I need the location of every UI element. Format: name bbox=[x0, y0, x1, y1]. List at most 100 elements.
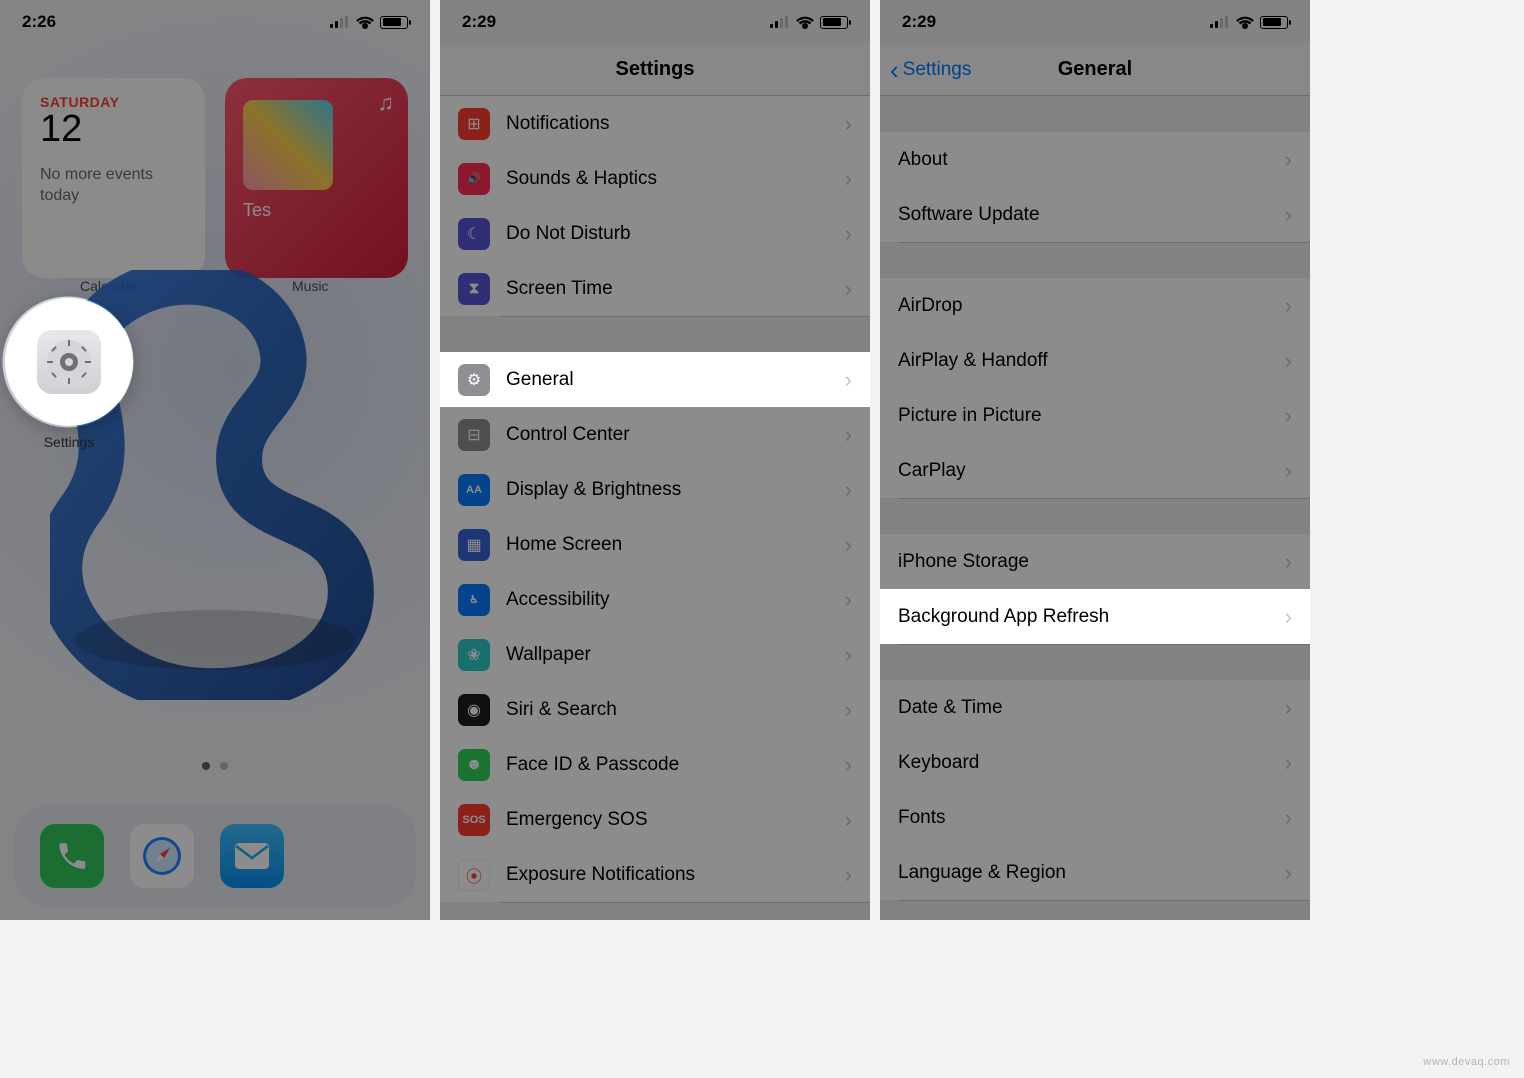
row-label: Exposure Notifications bbox=[506, 864, 845, 886]
music-widget[interactable]: ♫ Tes bbox=[225, 78, 408, 278]
chevron-right-icon: › bbox=[1285, 750, 1292, 776]
general-row-software-update[interactable]: Software Update› bbox=[880, 187, 1310, 242]
phone-general-settings: 2:29 ‹ Settings General About›Software U… bbox=[880, 0, 1310, 920]
general-row-fonts[interactable]: Fonts› bbox=[880, 790, 1310, 845]
settings-row-exposure[interactable]: ⦿Exposure Notifications› bbox=[440, 847, 870, 902]
phone-settings-list: 2:29 Settings ⊞Notifications›🔊Sounds & H… bbox=[440, 0, 870, 920]
wifi-icon bbox=[1236, 15, 1254, 29]
row-label: AirDrop bbox=[898, 295, 1285, 317]
row-label: AirPlay & Handoff bbox=[898, 350, 1285, 372]
battery-icon bbox=[1260, 16, 1288, 29]
chevron-right-icon: › bbox=[1285, 695, 1292, 721]
sos-icon: SOS bbox=[458, 804, 490, 836]
settings-row-siri[interactable]: ◉Siri & Search› bbox=[440, 682, 870, 737]
nav-title: Settings bbox=[616, 58, 695, 81]
row-label: Picture in Picture bbox=[898, 405, 1285, 427]
status-bar: 2:29 bbox=[440, 0, 870, 44]
row-label: Software Update bbox=[898, 204, 1285, 226]
general-row-bg-refresh[interactable]: Background App Refresh› bbox=[880, 589, 1310, 644]
row-label: Fonts bbox=[898, 807, 1285, 829]
settings-row-control-center[interactable]: ⊟ Control Center› bbox=[440, 407, 870, 462]
chevron-right-icon: › bbox=[1285, 293, 1292, 319]
chevron-right-icon: › bbox=[845, 587, 852, 613]
row-label: Accessibility bbox=[506, 589, 845, 611]
nav-bar: ‹ Settings General bbox=[880, 44, 1310, 96]
row-label: Control Center bbox=[506, 424, 845, 446]
screentime-icon: ⧗ bbox=[458, 273, 490, 305]
chevron-right-icon: › bbox=[1285, 860, 1292, 886]
general-row-storage[interactable]: iPhone Storage› bbox=[880, 534, 1310, 589]
row-label: CarPlay bbox=[898, 460, 1285, 482]
dock bbox=[14, 806, 416, 906]
settings-row-accessibility[interactable]: ♿︎ Accessibility› bbox=[440, 572, 870, 627]
home-screen-icon: ▦ bbox=[458, 529, 490, 561]
row-label: Display & Brightness bbox=[506, 479, 845, 501]
dock-mail-app[interactable] bbox=[220, 824, 284, 888]
calendar-widget[interactable]: SATURDAY 12 No more events today bbox=[22, 78, 205, 278]
accessibility-icon: ♿︎ bbox=[458, 584, 490, 616]
control-center-icon: ⊟ bbox=[458, 419, 490, 451]
dock-safari-app[interactable] bbox=[130, 824, 194, 888]
faceid-icon: ☻ bbox=[458, 749, 490, 781]
row-label: Background App Refresh bbox=[898, 606, 1285, 628]
settings-row-sos[interactable]: SOSEmergency SOS› bbox=[440, 792, 870, 847]
row-label: About bbox=[898, 149, 1285, 171]
chevron-right-icon: › bbox=[845, 752, 852, 778]
nav-bar: Settings bbox=[440, 44, 870, 96]
safari-icon bbox=[140, 834, 184, 878]
status-time: 2:29 bbox=[462, 12, 496, 32]
music-note-icon: ♫ bbox=[378, 90, 395, 116]
home-widgets: SATURDAY 12 No more events today ♫ Tes bbox=[22, 78, 408, 278]
page-indicator[interactable] bbox=[0, 762, 430, 770]
page-dot-active bbox=[202, 762, 210, 770]
watermark: www.devaq.com bbox=[1423, 1056, 1510, 1068]
settings-row-notifications[interactable]: ⊞Notifications› bbox=[440, 96, 870, 151]
wallpaper-icon: ❀ bbox=[458, 639, 490, 671]
chevron-right-icon: › bbox=[1285, 604, 1292, 630]
gear-icon bbox=[45, 338, 93, 386]
chevron-right-icon: › bbox=[845, 422, 852, 448]
music-track-label: Tes bbox=[243, 200, 390, 221]
general-row-about[interactable]: About› bbox=[880, 132, 1310, 187]
cellular-icon bbox=[330, 16, 350, 28]
row-label: Sounds & Haptics bbox=[506, 168, 845, 190]
settings-row-screentime[interactable]: ⧗Screen Time› bbox=[440, 261, 870, 316]
wifi-icon bbox=[796, 15, 814, 29]
settings-app-icon bbox=[37, 330, 101, 394]
general-row-date-time[interactable]: Date & Time› bbox=[880, 680, 1310, 735]
wifi-icon bbox=[356, 15, 374, 29]
status-bar: 2:29 bbox=[880, 0, 1310, 44]
settings-app-highlight[interactable]: Settings bbox=[4, 298, 134, 450]
chevron-right-icon: › bbox=[845, 221, 852, 247]
chevron-right-icon: › bbox=[845, 807, 852, 833]
general-row-lang[interactable]: Language & Region› bbox=[880, 845, 1310, 900]
back-button[interactable]: ‹ Settings bbox=[890, 44, 971, 95]
chevron-right-icon: › bbox=[845, 862, 852, 888]
general-row-carplay[interactable]: CarPlay› bbox=[880, 443, 1310, 498]
settings-row-wallpaper[interactable]: ❀Wallpaper› bbox=[440, 627, 870, 682]
general-row-pip[interactable]: Picture in Picture› bbox=[880, 388, 1310, 443]
general-row-airplay[interactable]: AirPlay & Handoff› bbox=[880, 333, 1310, 388]
chevron-right-icon: › bbox=[1285, 458, 1292, 484]
row-label: Do Not Disturb bbox=[506, 223, 845, 245]
row-label: iPhone Storage bbox=[898, 551, 1285, 573]
row-label: Wallpaper bbox=[506, 644, 845, 666]
settings-list: ⊞Notifications›🔊Sounds & Haptics›☾Do Not… bbox=[440, 96, 870, 902]
notifications-icon: ⊞ bbox=[458, 108, 490, 140]
settings-row-dnd[interactable]: ☾Do Not Disturb› bbox=[440, 206, 870, 261]
general-list: About›Software Update›AirDrop›AirPlay & … bbox=[880, 96, 1310, 900]
phone-icon bbox=[55, 839, 89, 873]
chevron-right-icon: › bbox=[845, 532, 852, 558]
general-row-airdrop[interactable]: AirDrop› bbox=[880, 278, 1310, 333]
status-indicators bbox=[1210, 15, 1288, 29]
status-time: 2:29 bbox=[902, 12, 936, 32]
general-row-keyboard[interactable]: Keyboard› bbox=[880, 735, 1310, 790]
settings-row-faceid[interactable]: ☻Face ID & Passcode› bbox=[440, 737, 870, 792]
settings-row-home-screen[interactable]: ▦Home Screen› bbox=[440, 517, 870, 572]
settings-row-general[interactable]: ⚙General› bbox=[440, 352, 870, 407]
dock-phone-app[interactable] bbox=[40, 824, 104, 888]
chevron-right-icon: › bbox=[845, 166, 852, 192]
row-label: Siri & Search bbox=[506, 699, 845, 721]
settings-row-display[interactable]: AADisplay & Brightness› bbox=[440, 462, 870, 517]
settings-row-sounds[interactable]: 🔊Sounds & Haptics› bbox=[440, 151, 870, 206]
